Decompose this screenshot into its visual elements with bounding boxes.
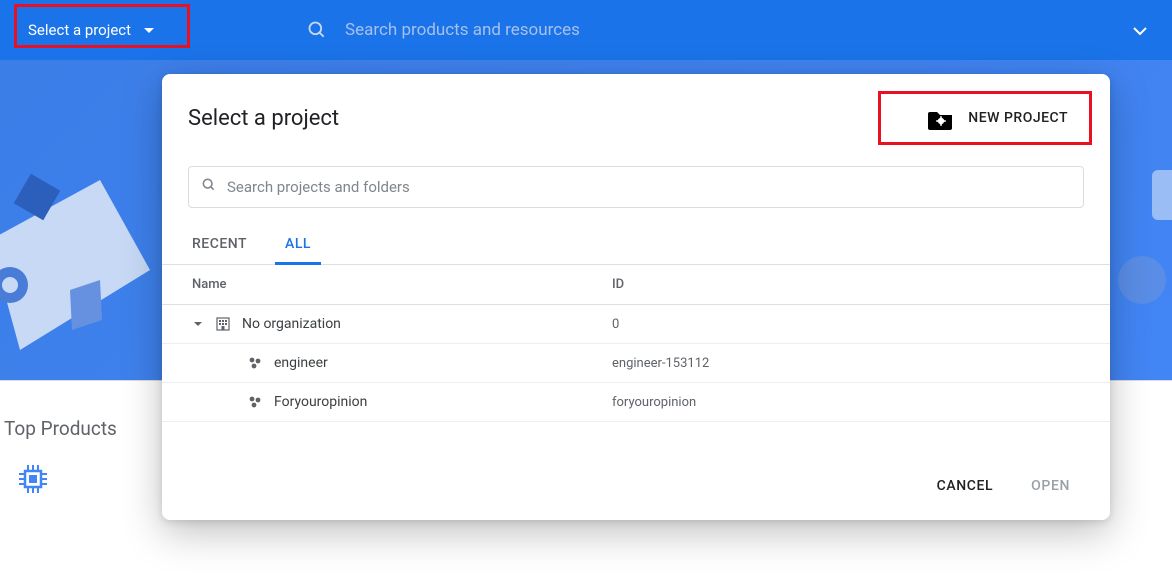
modal-title: Select a project [188, 106, 339, 131]
topbar: Select a project [0, 0, 1172, 60]
organization-icon [214, 315, 232, 333]
row-name-label: Foryouropinion [274, 394, 367, 410]
project-icon [246, 354, 264, 372]
folder-gear-icon [928, 108, 952, 128]
row-id-label: engineer-153112 [612, 356, 1080, 371]
project-selector-dropdown[interactable]: Select a project [16, 15, 167, 45]
decorative-shapes-left [0, 120, 180, 360]
modal-search [188, 166, 1084, 208]
chevron-down-icon[interactable] [1132, 21, 1148, 40]
tab-recent[interactable]: RECENT [192, 236, 247, 264]
column-id: ID [612, 277, 1080, 292]
modal-footer: CANCEL OPEN [162, 454, 1110, 520]
search-icon [307, 20, 327, 40]
new-project-label: NEW PROJECT [968, 110, 1068, 126]
row-name-label: engineer [274, 355, 328, 371]
row-id-label: 0 [612, 317, 1080, 332]
column-name: Name [192, 277, 612, 292]
caret-down-icon[interactable] [192, 321, 204, 328]
open-button[interactable]: OPEN [1027, 472, 1074, 500]
product-tile-compute[interactable] [12, 458, 54, 500]
new-project-button[interactable]: NEW PROJECT [912, 98, 1084, 138]
project-search-input[interactable] [227, 178, 1071, 196]
project-icon [246, 393, 264, 411]
search-icon [201, 177, 217, 197]
table-row[interactable]: No organization 0 [162, 305, 1110, 344]
select-project-modal: Select a project NEW PROJECT RECENT ALL … [162, 74, 1110, 520]
tab-all[interactable]: ALL [285, 236, 311, 264]
modal-header: Select a project NEW PROJECT [162, 74, 1110, 148]
row-id-label: foryouropinion [612, 395, 1080, 410]
table-row[interactable]: Foryouropinion foryouropinion [162, 383, 1110, 422]
table-row[interactable]: engineer engineer-153112 [162, 344, 1110, 383]
global-search [307, 20, 1156, 40]
caret-down-icon [143, 21, 155, 39]
global-search-input[interactable] [345, 20, 1114, 40]
cancel-button[interactable]: CANCEL [933, 472, 998, 500]
project-selector-label: Select a project [28, 21, 131, 39]
row-name-label: No organization [242, 316, 341, 332]
table-header: Name ID [162, 265, 1110, 305]
tabs: RECENT ALL [162, 214, 1110, 265]
